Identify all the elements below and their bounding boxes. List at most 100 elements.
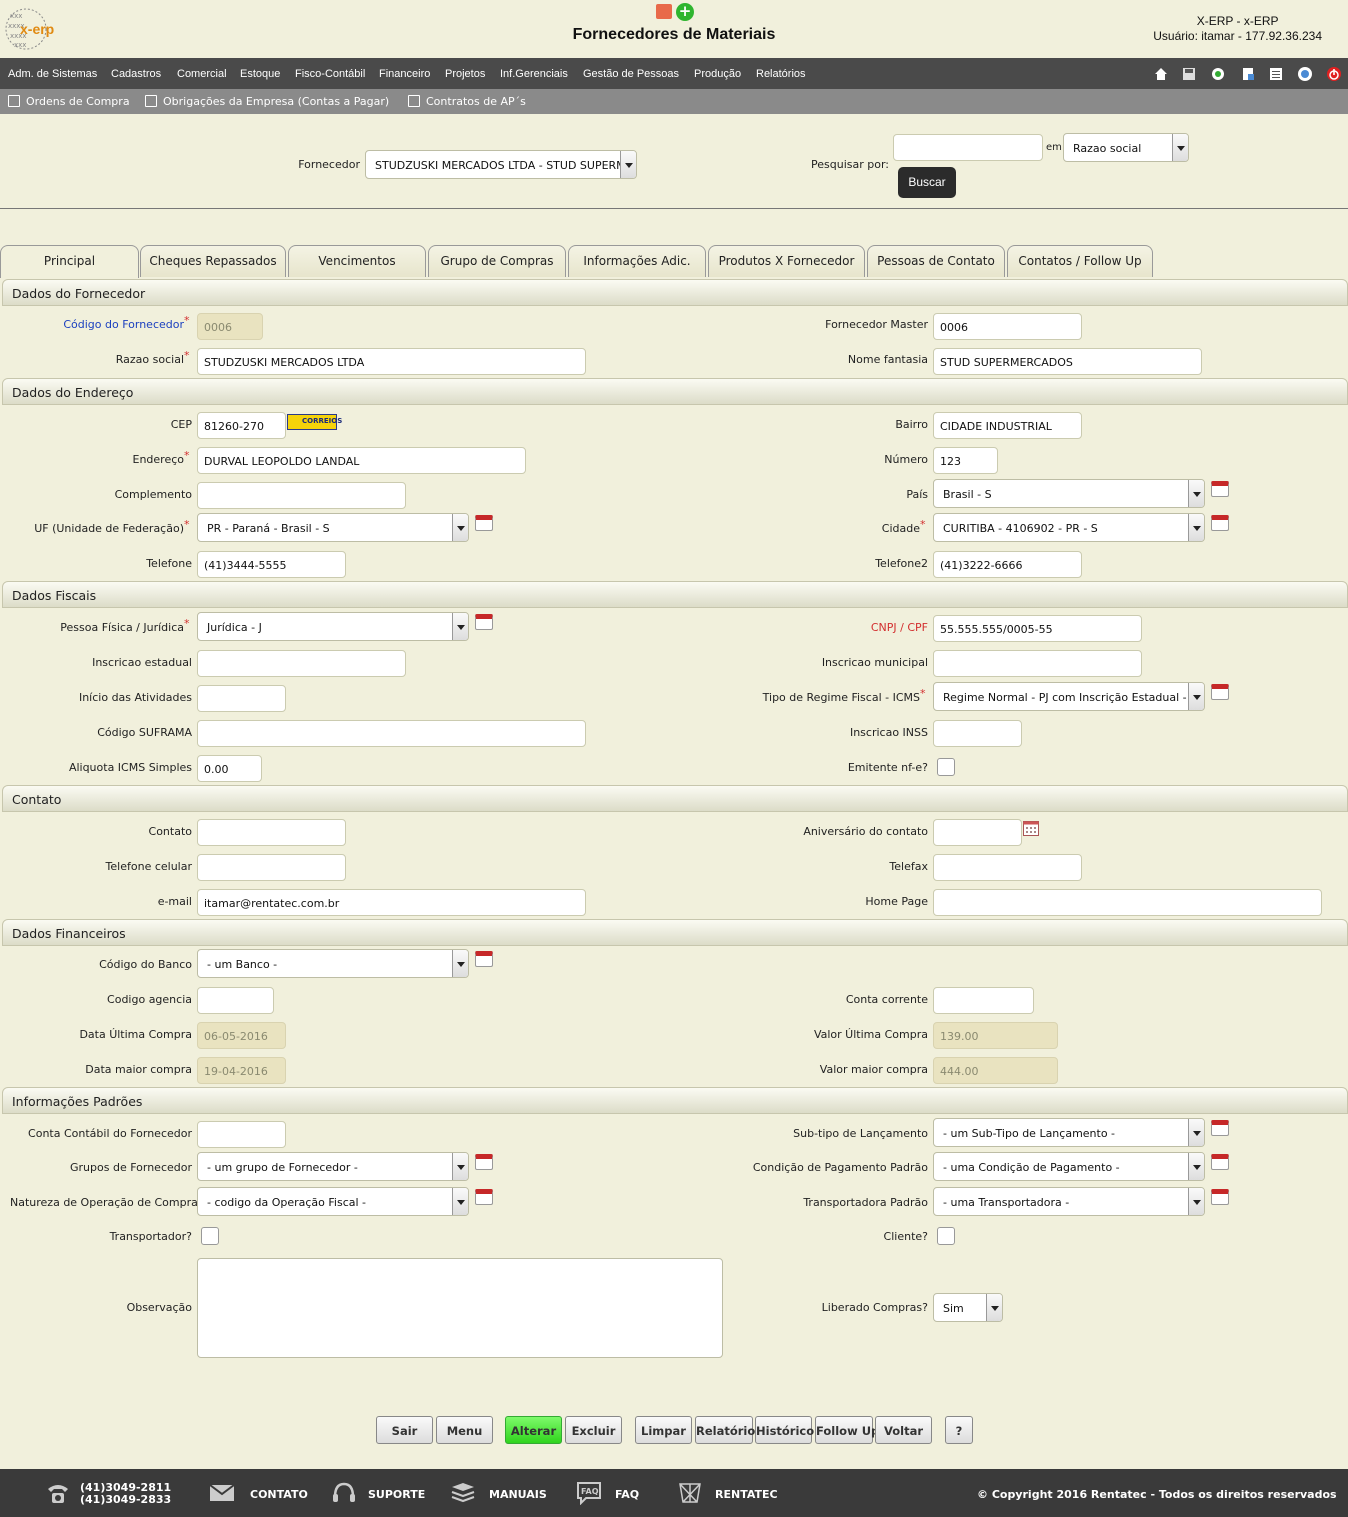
alterar-button[interactable]: Alterar [505, 1416, 562, 1444]
inscricao-inss-field[interactable] [933, 720, 1022, 747]
menu-relatorios[interactable]: Relatórios [756, 68, 806, 80]
help-icon[interactable] [1297, 66, 1313, 82]
menu-financeiro[interactable]: Financeiro [379, 68, 430, 80]
aliquota-field[interactable]: 0.00 [197, 755, 262, 782]
natureza-operacao-select[interactable]: - codigo da Operação Fiscal - [197, 1187, 469, 1216]
cliente-checkbox[interactable] [937, 1227, 955, 1245]
numero-field[interactable]: 123 [933, 447, 998, 474]
pais-select[interactable]: Brasil - S [933, 479, 1205, 508]
transportadora-padrao-select[interactable]: - uma Transportadora - [933, 1187, 1205, 1216]
cidade-select[interactable]: CURITIBA - 4106902 - PR - S [933, 513, 1205, 542]
pdf-icon[interactable] [656, 4, 672, 19]
calendar-icon[interactable] [1211, 684, 1229, 700]
buscar-button[interactable]: Buscar [898, 167, 956, 198]
voltar-button[interactable]: Voltar [875, 1416, 932, 1444]
footer-faq-link[interactable]: FAQ [615, 1488, 639, 1501]
transportador-checkbox[interactable] [201, 1227, 219, 1245]
calendar-icon[interactable] [475, 1189, 493, 1205]
suframa-field[interactable] [197, 720, 586, 747]
add-icon[interactable]: + [676, 3, 694, 21]
date-picker-icon[interactable] [1023, 821, 1039, 836]
relatorio-button[interactable]: Relatório [695, 1416, 755, 1444]
home-page-field[interactable] [933, 889, 1322, 916]
footer-manuais-link[interactable]: MANUAIS [489, 1488, 547, 1501]
menu-comercial[interactable]: Comercial [177, 68, 227, 80]
menu-fisco-contabil[interactable]: Fisco-Contábil [295, 68, 365, 80]
excluir-button[interactable]: Excluir [565, 1416, 622, 1444]
calendar-icon[interactable] [1211, 515, 1229, 531]
endereco-field[interactable]: DURVAL LEOPOLDO LANDAL [197, 447, 526, 474]
complemento-field[interactable] [197, 482, 406, 509]
telefone2-field[interactable]: (41)3222-6666 [933, 551, 1082, 578]
conta-contabil-field[interactable] [197, 1121, 286, 1148]
inscricao-estadual-field[interactable] [197, 650, 406, 677]
search-field-select[interactable]: Razao social [1063, 133, 1189, 162]
calendar-icon[interactable] [475, 951, 493, 967]
home-icon[interactable] [1153, 66, 1169, 82]
telefax-field[interactable] [933, 854, 1082, 881]
liberado-compras-select[interactable]: Sim [933, 1293, 1003, 1322]
tab-vencimentos[interactable]: Vencimentos [288, 245, 426, 277]
codigo-agencia-field[interactable] [197, 987, 274, 1014]
calendar-icon[interactable] [475, 1154, 493, 1170]
menu-projetos[interactable]: Projetos [445, 68, 485, 80]
help-button[interactable]: ? [945, 1416, 973, 1444]
bairro-field[interactable]: CIDADE INDUSTRIAL [933, 412, 1082, 439]
power-icon[interactable] [1326, 66, 1342, 82]
tab-informacoes-adic[interactable]: Informações Adic. [568, 245, 706, 277]
sair-button[interactable]: Sair [376, 1416, 433, 1444]
emitente-nfe-checkbox[interactable] [937, 758, 955, 776]
pessoa-select[interactable]: Jurídica - J [197, 612, 469, 641]
regime-fiscal-select[interactable]: Regime Normal - PJ com Inscrição Estadua… [933, 682, 1205, 711]
calendar-icon[interactable] [1211, 1189, 1229, 1205]
recycle-icon[interactable] [1210, 66, 1226, 82]
codigo-banco-select[interactable]: - um Banco - [197, 949, 469, 978]
calendar-icon[interactable] [1211, 1154, 1229, 1170]
subtipo-lancamento-select[interactable]: - um Sub-Tipo de Lançamento - [933, 1118, 1205, 1147]
fornecedor-master-field[interactable]: 0006 [933, 313, 1082, 340]
subnav-contratos[interactable]: Contratos de AP´s [408, 95, 526, 108]
inicio-atividades-field[interactable] [197, 685, 286, 712]
menu-cadastros[interactable]: Cadastros [111, 68, 161, 80]
tab-principal[interactable]: Principal [0, 245, 139, 278]
correios-lookup-button[interactable]: CORREIOS [287, 414, 342, 430]
tab-contatos-follow-up[interactable]: Contatos / Follow Up [1007, 245, 1153, 277]
telefone-field[interactable]: (41)3444-5555 [197, 551, 346, 578]
calendar-icon[interactable] [475, 515, 493, 531]
footer-contato-link[interactable]: CONTATO [250, 1488, 308, 1501]
footer-suporte-link[interactable]: SUPORTE [368, 1488, 425, 1501]
calendar-icon[interactable] [475, 614, 493, 630]
menu-gestao-pessoas[interactable]: Gestão de Pessoas [583, 68, 679, 80]
historico-button[interactable]: Histórico [755, 1416, 814, 1444]
cnpj-field[interactable]: 55.555.555/0005-55 [933, 615, 1142, 642]
inscricao-municipal-field[interactable] [933, 650, 1142, 677]
follow-up-button[interactable]: Follow Up [815, 1416, 879, 1444]
fornecedor-select[interactable]: STUDZUSKI MERCADOS LTDA - STUD SUPERMEI [365, 150, 637, 179]
cep-field[interactable]: 81260-270 [197, 412, 286, 439]
tab-produtos-fornecedor[interactable]: Produtos X Fornecedor [708, 245, 865, 277]
menu-adm-sistemas[interactable]: Adm. de Sistemas [8, 68, 97, 80]
menu-estoque[interactable]: Estoque [240, 68, 280, 80]
list-icon[interactable] [1268, 66, 1284, 82]
limpar-button[interactable]: Limpar [635, 1416, 692, 1444]
search-input[interactable] [893, 134, 1043, 161]
razao-social-field[interactable]: STUDZUSKI MERCADOS LTDA [197, 348, 586, 375]
tab-grupo-compras[interactable]: Grupo de Compras [428, 245, 566, 277]
tab-cheques-repassados[interactable]: Cheques Repassados [140, 245, 286, 277]
subnav-obrigacoes[interactable]: Obrigações da Empresa (Contas a Pagar) [145, 95, 389, 108]
aniversario-field[interactable] [933, 819, 1022, 846]
calendar-icon[interactable] [1211, 1120, 1229, 1136]
grupos-fornecedor-select[interactable]: - um grupo de Fornecedor - [197, 1152, 469, 1181]
telefone-celular-field[interactable] [197, 854, 346, 881]
subnav-ordens-compra[interactable]: Ordens de Compra [8, 95, 130, 108]
contato-field[interactable] [197, 819, 346, 846]
menu-inf-gerenciais[interactable]: Inf.Gerenciais [500, 68, 568, 80]
observacao-textarea[interactable] [197, 1258, 723, 1358]
save-icon[interactable] [1181, 66, 1197, 82]
nome-fantasia-field[interactable]: STUD SUPERMERCADOS [933, 348, 1202, 375]
calendar-icon[interactable] [1211, 481, 1229, 497]
uf-select[interactable]: PR - Paraná - Brasil - S [197, 513, 469, 542]
document-icon[interactable] [1240, 66, 1256, 82]
menu-producao[interactable]: Produção [694, 68, 741, 80]
email-field[interactable]: itamar@rentatec.com.br [197, 889, 586, 916]
